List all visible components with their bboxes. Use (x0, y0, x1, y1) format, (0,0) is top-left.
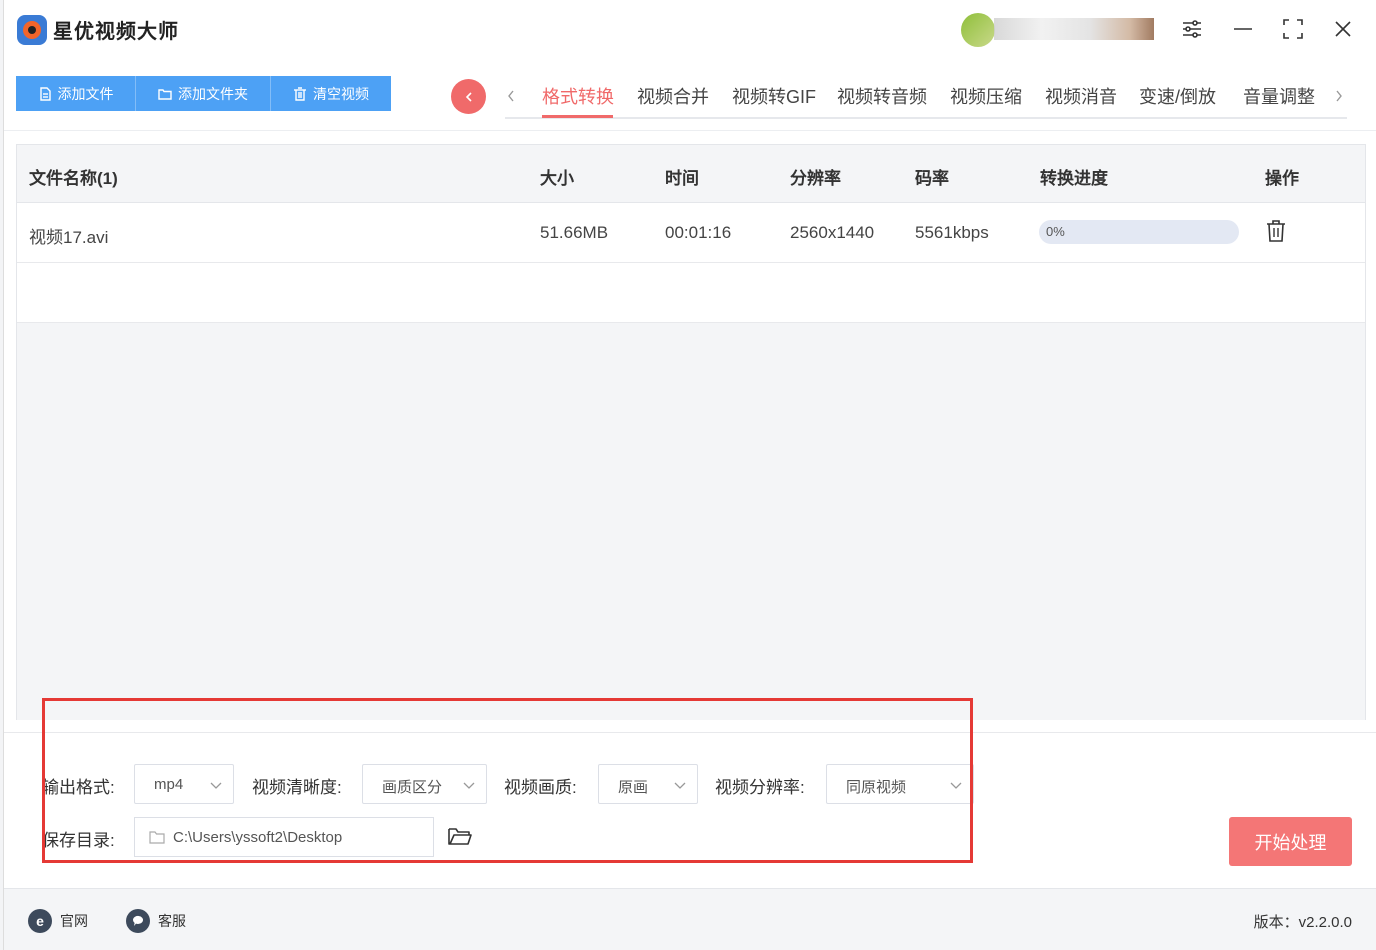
chevron-down-icon (674, 782, 686, 789)
table-header: 文件名称(1) 大小 时间 分辨率 码率 转换进度 操作 (17, 145, 1365, 203)
save-dir-value: C:\Users\yssoft2\Desktop (173, 829, 343, 846)
title-bar: 星优视频大师 (4, 0, 1376, 58)
delete-row-button[interactable] (1265, 219, 1287, 248)
chevron-left-icon (465, 91, 472, 102)
tab-speed-reverse[interactable]: 变速/倒放 (1139, 83, 1216, 109)
browser-icon: e (28, 909, 52, 933)
document-icon (39, 86, 51, 101)
settings-sliders-icon[interactable] (1177, 14, 1207, 44)
file-duration: 00:01:16 (665, 223, 732, 242)
app-title: 星优视频大师 (53, 21, 179, 43)
header-action: 操作 (1265, 169, 1299, 188)
tab-video-compress[interactable]: 视频压缩 (950, 83, 1022, 109)
quality-label: 视频画质: (504, 778, 577, 797)
resolution-label: 视频分辨率: (715, 778, 805, 797)
clarity-value: 画质区分 (382, 779, 443, 796)
add-file-button[interactable]: 添加文件 (16, 76, 136, 111)
clear-videos-label: 清空视频 (313, 85, 369, 102)
minimize-icon[interactable] (1228, 14, 1258, 44)
header-resolution: 分辨率 (790, 169, 841, 188)
header-duration: 时间 (665, 169, 699, 188)
save-dir-input[interactable]: C:\Users\yssoft2\Desktop (134, 817, 434, 857)
output-settings-panel: 输出格式: mp4 视频清晰度: 画质区分 视频画质: 原画 视频分辨率: 同原… (4, 732, 1376, 888)
progress-text: 0% (1046, 224, 1065, 239)
quality-select[interactable]: 原画 (598, 764, 698, 804)
trash-icon (294, 86, 306, 101)
save-dir-label: 保存目录: (42, 831, 115, 850)
quality-value: 原画 (618, 779, 649, 796)
tab-video-merge[interactable]: 视频合并 (637, 83, 709, 109)
tab-format-convert[interactable]: 格式转换 (542, 83, 614, 109)
footer-bar: e 官网 客服 版本：v2.2.0.0 (4, 888, 1376, 950)
app-logo-icon (17, 15, 47, 45)
empty-row (17, 263, 1365, 323)
trash-icon (1267, 220, 1285, 242)
start-processing-button[interactable]: 开始处理 (1229, 817, 1352, 866)
conversion-progress-bar: 0% (1039, 220, 1239, 244)
close-icon[interactable] (1328, 14, 1358, 44)
add-folder-button[interactable]: 添加文件夹 (136, 76, 271, 111)
divider (4, 130, 1376, 131)
header-bitrate: 码率 (915, 169, 949, 188)
table-row[interactable]: 视频17.avi 51.66MB 00:01:16 2560x1440 5561… (17, 203, 1365, 263)
active-tab-underline (542, 115, 613, 118)
tabs-next-arrow[interactable] (1329, 84, 1349, 108)
folder-icon (149, 831, 165, 844)
website-link[interactable]: e 官网 (28, 909, 88, 933)
clear-videos-button[interactable]: 清空视频 (271, 76, 391, 111)
chevron-right-icon (1336, 90, 1342, 102)
tab-video-to-audio[interactable]: 视频转音频 (837, 83, 927, 109)
empty-list-area (17, 323, 1365, 720)
file-name: 视频17.avi (29, 228, 109, 247)
maximize-icon[interactable] (1278, 14, 1308, 44)
clarity-select[interactable]: 画质区分 (362, 764, 487, 804)
file-resolution: 2560x1440 (790, 223, 875, 242)
collapse-button[interactable] (451, 79, 486, 114)
support-link[interactable]: 客服 (126, 909, 186, 933)
tab-video-mute[interactable]: 视频消音 (1045, 83, 1117, 109)
file-bitrate: 5561kbps (915, 223, 989, 242)
tab-video-to-gif[interactable]: 视频转GIF (732, 83, 816, 109)
header-progress: 转换进度 (1040, 169, 1108, 188)
resolution-select[interactable]: 同原视频 (826, 764, 974, 804)
output-format-select[interactable]: mp4 (134, 764, 234, 804)
add-folder-label: 添加文件夹 (178, 85, 248, 102)
version-text: 版本：v2.2.0.0 (1253, 914, 1352, 931)
support-label: 客服 (158, 913, 186, 929)
user-name-blurred[interactable] (994, 18, 1154, 40)
output-format-value: mp4 (154, 776, 184, 793)
tab-volume-adjust[interactable]: 音量调整 (1243, 83, 1315, 109)
website-label: 官网 (60, 913, 88, 929)
folder-icon (158, 88, 172, 100)
chat-icon (126, 909, 150, 933)
file-size: 51.66MB (540, 223, 609, 242)
resolution-value: 同原视频 (846, 779, 907, 796)
file-toolbar: 添加文件 添加文件夹 清空视频 (16, 76, 391, 111)
chevron-down-icon (463, 782, 475, 789)
clarity-label: 视频清晰度: (252, 778, 342, 797)
file-table: 文件名称(1) 大小 时间 分辨率 码率 转换进度 操作 视频17.avi 51… (16, 144, 1366, 720)
user-avatar[interactable] (961, 13, 995, 47)
chevron-down-icon (210, 782, 222, 789)
folder-open-icon[interactable] (447, 825, 473, 852)
header-name: 文件名称(1) (29, 169, 118, 188)
chevron-down-icon (950, 782, 962, 789)
output-format-label: 输出格式: (42, 778, 115, 797)
add-file-label: 添加文件 (57, 85, 114, 102)
feature-tabs: 格式转换 视频合并 视频转GIF 视频转音频 视频压缩 视频消音 变速/倒放 音… (505, 80, 1347, 119)
header-size: 大小 (540, 169, 574, 188)
app-window: 星优视频大师 添加文件 添加文件夹 清空视频 格式转换 视频合并 视频转GIF … (3, 0, 1376, 950)
